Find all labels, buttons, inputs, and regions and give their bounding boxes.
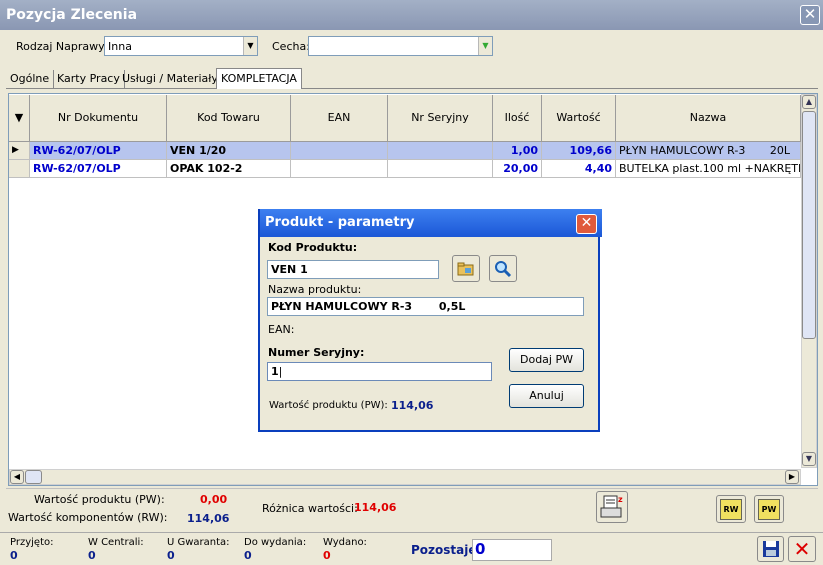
table-cell[interactable]: BUTELKA plast.100 ml +NAKRĘTKA <box>616 160 801 178</box>
status-divider <box>0 532 823 533</box>
summary-rw-value: 114,06 <box>187 512 230 525</box>
folder-icon <box>457 262 474 276</box>
wydano-value: 0 <box>323 549 331 562</box>
dialog-title: Produkt - parametry <box>260 209 602 237</box>
search-button[interactable] <box>489 255 517 282</box>
ean-label: EAN: <box>268 323 295 336</box>
scroll-up-icon[interactable]: ▲ <box>802 95 816 109</box>
col-wartosc[interactable]: Wartość <box>542 95 616 142</box>
numer-label: Numer Seryjny: <box>268 346 365 359</box>
kod-produktu-input[interactable]: VEN 1 <box>267 260 439 279</box>
produkt-dialog: Produkt - parametry ✕ Kod Produktu: VEN … <box>258 209 602 432</box>
summary-pw-label: Wartość produktu (PW): <box>34 493 165 506</box>
pw-doc-icon: PW <box>758 499 780 520</box>
tab-kompletacja[interactable]: KOMPLETACJA <box>216 68 302 89</box>
print-button[interactable]: z <box>596 491 628 523</box>
col-nr-seryjny[interactable]: Nr Seryjny <box>388 95 493 142</box>
roznica-label: Różnica wartości: <box>262 502 358 515</box>
save-icon <box>762 541 779 557</box>
col-nazwa[interactable]: Nazwa <box>616 95 801 142</box>
table-cell[interactable]: PŁYN HAMULCOWY R-3 20L <box>616 142 801 160</box>
anuluj-button[interactable]: Anuluj <box>509 384 584 408</box>
tab-ogolne[interactable]: Ogólne <box>6 70 55 89</box>
col-ean[interactable]: EAN <box>291 95 388 142</box>
centrali-value: 0 <box>88 549 96 562</box>
scroll-right-icon[interactable]: ▶ <box>785 470 799 484</box>
table-cell[interactable]: 1,00 <box>493 142 542 160</box>
chevron-down-icon[interactable]: ▼ <box>478 37 492 55</box>
row-indicator[interactable] <box>9 160 30 178</box>
svg-text:z: z <box>618 495 623 504</box>
rw-doc-icon: RW <box>720 499 742 520</box>
dowydania-label: Do wydania: <box>244 537 307 548</box>
save-button[interactable] <box>757 536 784 562</box>
nazwa-label: Nazwa produktu: <box>268 283 362 296</box>
numer-value: 1 <box>271 365 279 378</box>
close-icon[interactable]: ✕ <box>576 214 597 234</box>
gwarant-label: U Gwaranta: <box>167 537 230 548</box>
scroll-left-icon[interactable]: ◀ <box>10 470 24 484</box>
tab-uslugi-materialy[interactable]: Usługi / Materiały <box>118 70 223 89</box>
przyjeto-value: 0 <box>10 549 18 562</box>
rodzaj-select[interactable]: Inna ▼ <box>104 36 258 56</box>
printer-icon: z <box>600 495 623 518</box>
table-cell[interactable] <box>388 142 493 160</box>
table-cell[interactable]: OPAK 102-2 <box>167 160 291 178</box>
col-nr-dokumentu[interactable]: Nr Dokumentu <box>30 95 167 142</box>
rodzaj-label: Rodzaj Naprawy: <box>16 40 108 53</box>
nazwa-produktu-field[interactable]: PŁYN HAMULCOWY R-3 0,5L <box>267 297 584 316</box>
table-cell[interactable]: 20,00 <box>493 160 542 178</box>
cancel-icon[interactable]: ✕ <box>788 536 816 562</box>
summary-pw-value: 0,00 <box>200 493 228 506</box>
wartosc-produktu-label: Wartość produktu (PW): <box>269 400 388 411</box>
dodaj-pw-button[interactable]: Dodaj PW <box>509 348 584 372</box>
table-cell[interactable]: RW-62/07/OLP <box>30 142 167 160</box>
col-ilosc[interactable]: Ilość <box>493 95 542 142</box>
table-cell[interactable] <box>388 160 493 178</box>
wydano-label: Wydano: <box>323 537 367 548</box>
browse-folder-button[interactable] <box>452 255 480 282</box>
table-cell[interactable]: VEN 1/20 <box>167 142 291 160</box>
gwarant-value: 0 <box>167 549 175 562</box>
pozostaje-value: 0 <box>472 539 552 561</box>
window-title: Pozycja Zlecenia <box>6 7 138 23</box>
divider <box>6 488 818 489</box>
cecha-select[interactable]: ▼ <box>308 36 493 56</box>
rodzaj-value: Inna <box>108 40 132 53</box>
scroll-down-icon[interactable]: ▼ <box>802 452 816 466</box>
rw-doc-button[interactable]: RW <box>716 495 746 523</box>
przyjeto-label: Przyjęto: <box>10 537 54 548</box>
row-selector-header[interactable]: ▼ <box>9 95 30 142</box>
centrali-label: W Centrali: <box>88 537 144 548</box>
window-close-button[interactable]: ✕ <box>800 5 820 25</box>
kod-label: Kod Produktu: <box>268 241 358 254</box>
table-cell[interactable] <box>291 160 388 178</box>
pw-doc-button[interactable]: PW <box>754 495 784 523</box>
roznica-value: 114,06 <box>354 501 397 514</box>
pozostaje-label: Pozostaje: <box>411 543 482 557</box>
table-cell[interactable]: RW-62/07/OLP <box>30 160 167 178</box>
table-cell[interactable]: 109,66 <box>542 142 616 160</box>
wartosc-produktu-value: 114,06 <box>391 399 434 412</box>
cecha-label: Cecha: <box>272 40 310 53</box>
hscroll-thumb[interactable] <box>25 470 42 484</box>
chevron-down-icon[interactable]: ▼ <box>243 37 257 55</box>
table-cell[interactable] <box>291 142 388 160</box>
col-kod-towaru[interactable]: Kod Towaru <box>167 95 291 142</box>
summary-rw-label: Wartość komponentów (RW): <box>8 511 168 524</box>
tab-karty-pracy[interactable]: Karty Pracy <box>53 70 125 89</box>
text-cursor: | <box>278 365 283 378</box>
nazwa-text: PŁYN HAMULCOWY R-3 <box>619 144 746 157</box>
nazwa-extra: 20L <box>769 144 790 157</box>
search-icon <box>495 261 512 278</box>
row-indicator-icon[interactable]: ▶ <box>9 142 30 160</box>
horizontal-scrollbar[interactable] <box>9 469 801 485</box>
numer-seryjny-input[interactable]: 1| <box>267 362 492 381</box>
scroll-thumb[interactable] <box>802 111 816 339</box>
dowydania-value: 0 <box>244 549 252 562</box>
table-cell[interactable]: 4,40 <box>542 160 616 178</box>
